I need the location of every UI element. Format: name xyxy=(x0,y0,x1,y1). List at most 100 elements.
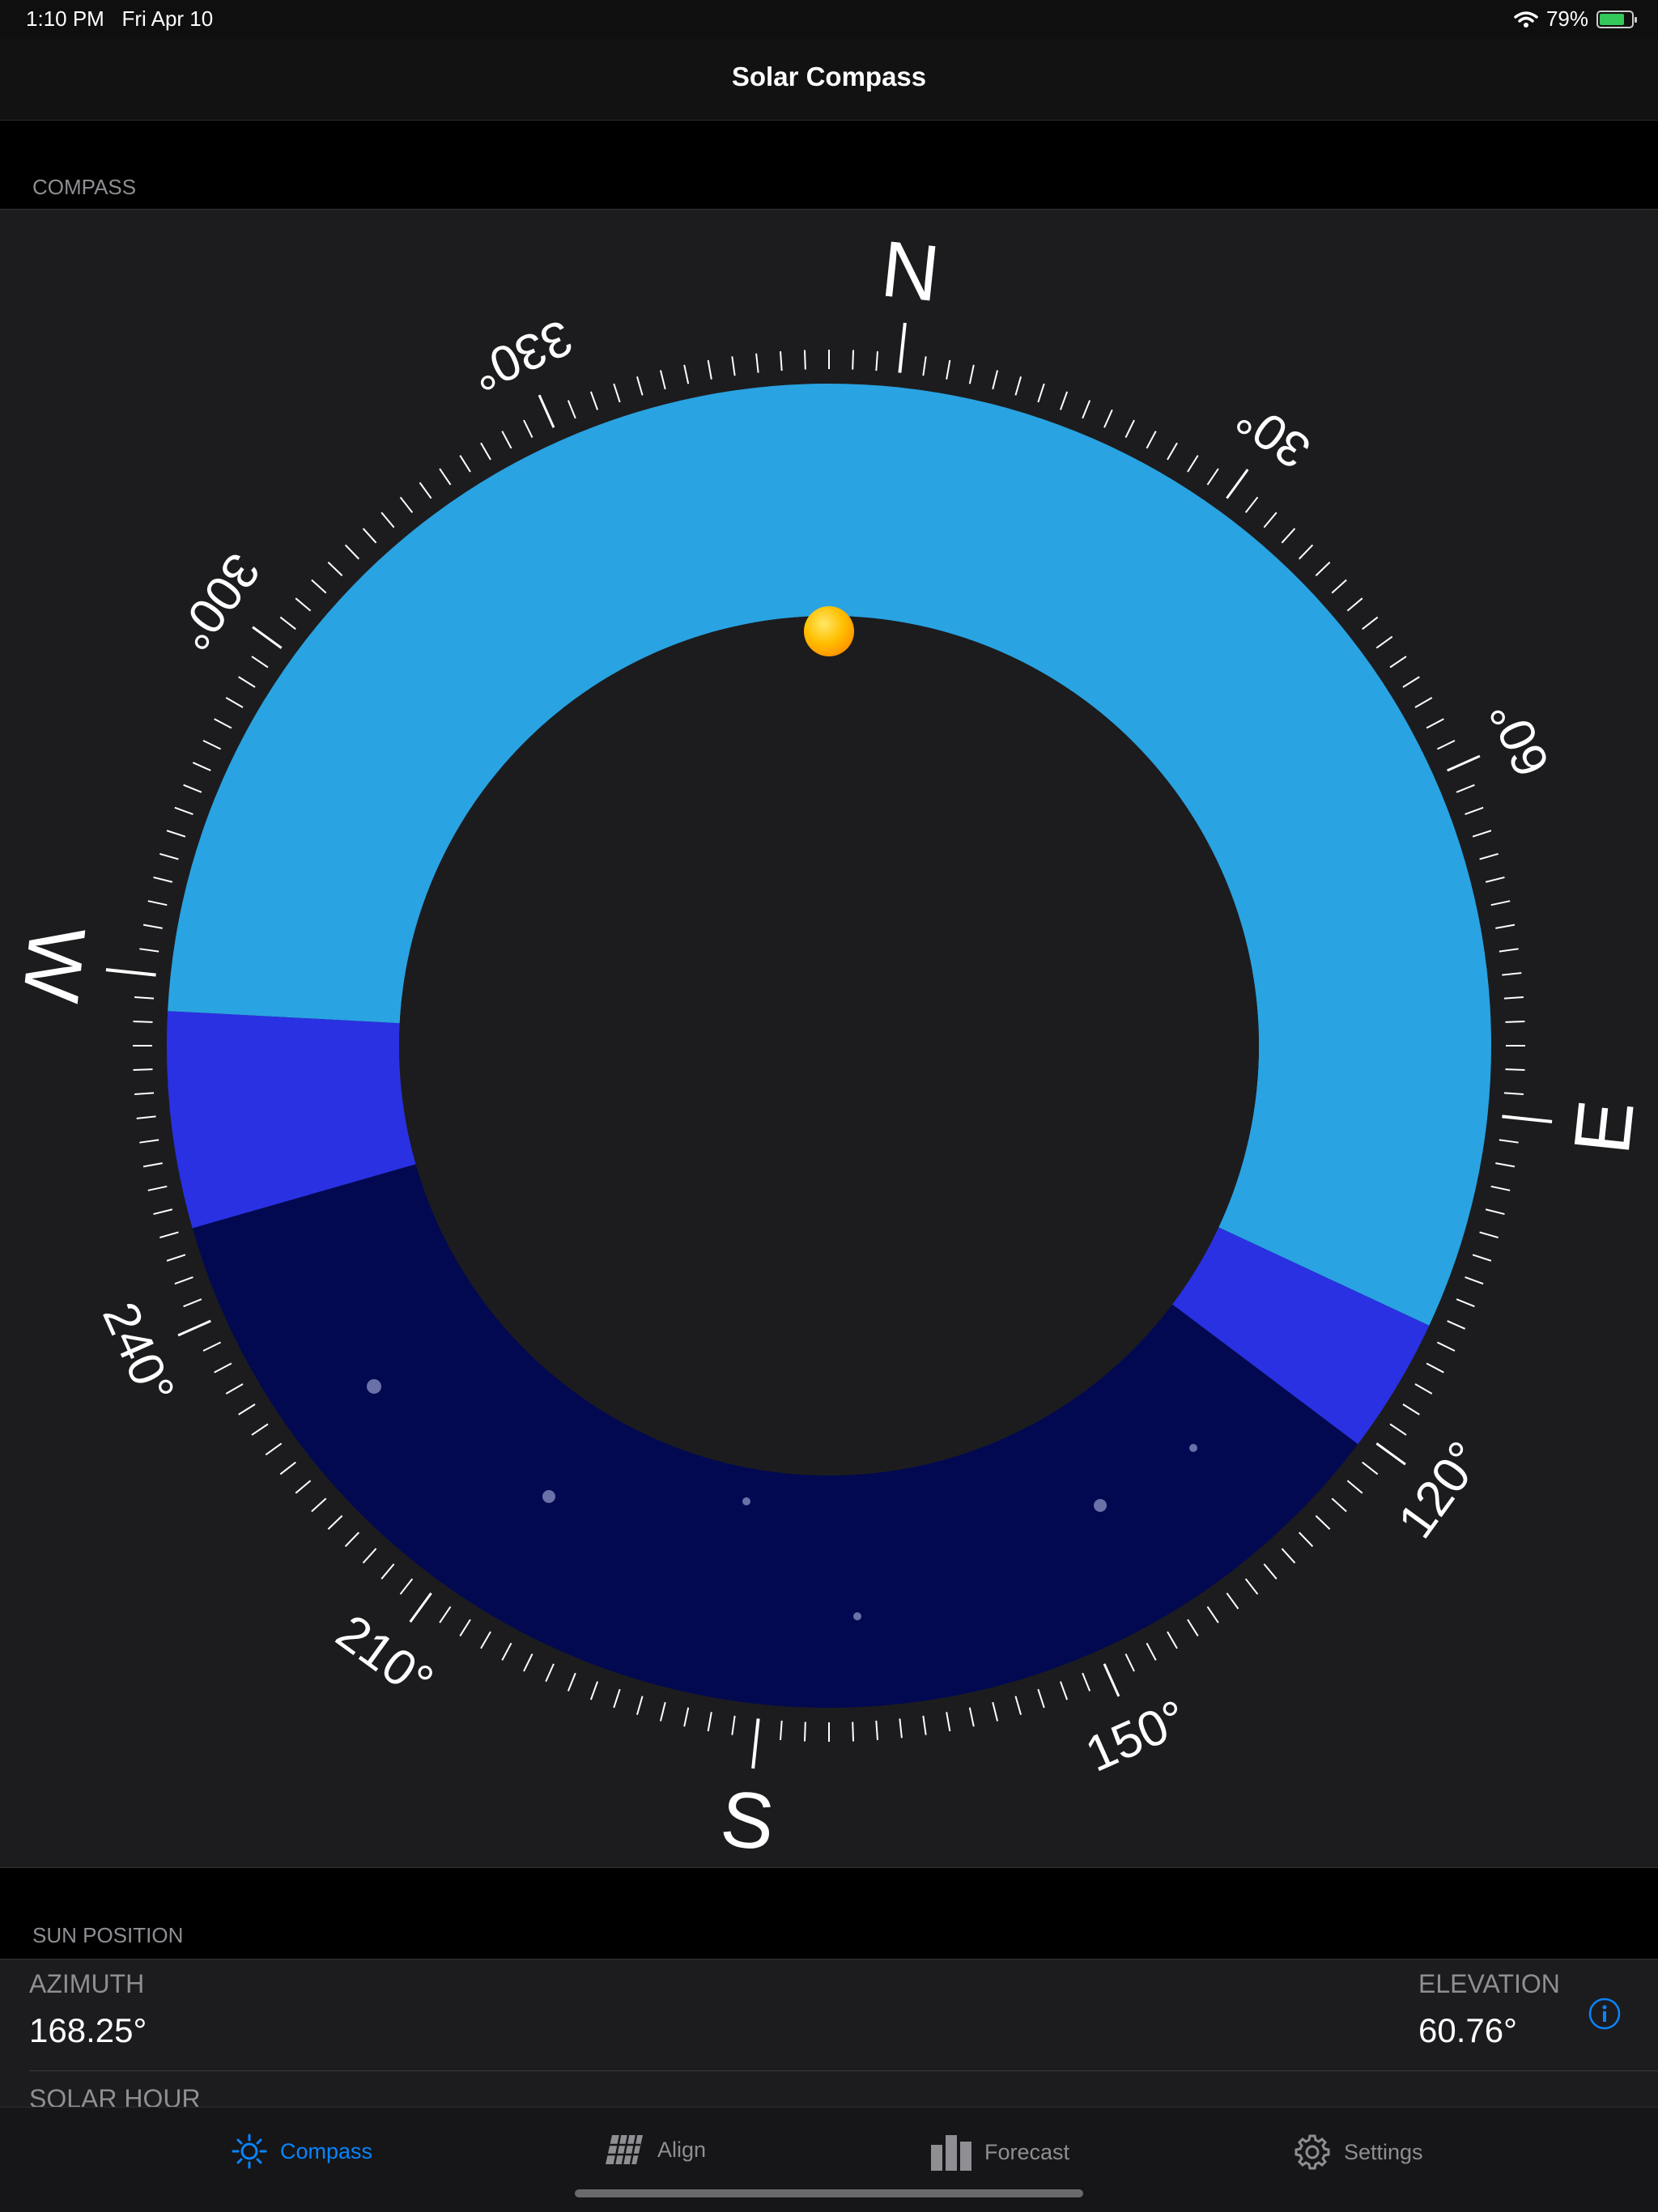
star xyxy=(1094,1499,1107,1512)
compass-tick xyxy=(968,1707,975,1727)
compass-tick xyxy=(147,1185,168,1191)
compass-tick xyxy=(202,740,222,750)
tab-forecast[interactable]: Forecast xyxy=(931,2133,1069,2171)
compass-tick xyxy=(1447,754,1481,772)
compass-tick xyxy=(1389,656,1407,669)
compass-tick xyxy=(1281,528,1296,544)
compass-tick xyxy=(1503,996,1524,1000)
cardinal-label-n: N xyxy=(878,224,944,319)
compass-tick xyxy=(1146,1642,1157,1661)
info-icon[interactable] xyxy=(1588,1998,1621,2030)
compass-tick xyxy=(683,364,690,384)
compass-tick xyxy=(251,1423,269,1436)
compass-dial[interactable]: S E W N 150° 120° 210° 240° 60° 30° 300° 330° xyxy=(0,210,1658,1867)
compass-tick xyxy=(1402,1403,1420,1416)
compass-tick xyxy=(439,1606,452,1624)
compass-tick xyxy=(1436,740,1456,750)
compass-tick xyxy=(852,350,855,370)
compass-tick xyxy=(419,482,432,499)
compass-tick xyxy=(1082,1672,1091,1692)
compass-tick xyxy=(362,528,377,544)
compass-tick xyxy=(327,561,343,576)
compass-tick xyxy=(1206,1606,1219,1624)
degree-label: 30° xyxy=(1226,389,1320,479)
sun-marker[interactable] xyxy=(804,606,854,656)
compass-tick xyxy=(1499,1139,1519,1144)
compass-tick xyxy=(567,400,576,419)
status-clock: 1:10 PM xyxy=(26,6,104,31)
compass-tick xyxy=(1059,1681,1069,1700)
compass-tick xyxy=(1490,900,1511,906)
compass-tick xyxy=(780,1720,783,1740)
compass-tick xyxy=(1479,1231,1499,1239)
compass-tick xyxy=(501,431,512,449)
degree-label: 60° xyxy=(1479,692,1561,784)
compass-tick xyxy=(362,1548,377,1564)
compass-tick xyxy=(399,1578,414,1595)
compass-tick xyxy=(192,762,211,771)
compass-tick xyxy=(968,364,975,384)
compass-tick xyxy=(1187,1619,1199,1637)
compass-tick xyxy=(1472,830,1492,838)
compass-tick xyxy=(202,1341,222,1352)
compass-tick xyxy=(567,1672,576,1692)
degree-label: 300° xyxy=(164,543,270,660)
tab-align-label: Align xyxy=(657,2137,707,2162)
compass-tick xyxy=(755,353,759,373)
compass-tick xyxy=(311,1497,327,1513)
solar-compass-screen: 1:10 PM Fri Apr 10 79% Solar Compass COM… xyxy=(0,0,1658,2212)
compass-tick xyxy=(899,1718,903,1739)
tab-compass-label: Compass xyxy=(280,2138,373,2163)
compass-tick xyxy=(1499,948,1519,953)
compass-tick xyxy=(636,1696,644,1715)
compass-tick xyxy=(803,350,806,370)
compass-panel: S E W N 150° 120° 210° 240° 60° 30° 300° 330° xyxy=(0,209,1658,1868)
tab-settings[interactable]: Settings xyxy=(1294,2133,1423,2171)
compass-tick xyxy=(1124,1653,1135,1672)
azimuth-value: 168.25° xyxy=(29,2011,147,2049)
compass-tick xyxy=(659,370,666,390)
compass-tick xyxy=(946,1712,951,1732)
compass-tick xyxy=(523,419,534,439)
compass-tick xyxy=(439,468,452,486)
tab-compass[interactable]: Compass xyxy=(232,2133,372,2169)
compass-tick xyxy=(875,1720,878,1740)
compass-tick xyxy=(159,852,179,860)
compass-tick xyxy=(1037,383,1045,403)
compass-tick xyxy=(252,626,283,649)
compass-tick xyxy=(1244,496,1259,513)
cardinal-label-e: E xyxy=(1557,1096,1651,1158)
gear-icon xyxy=(1295,2134,1330,2170)
compass-tick xyxy=(153,876,173,883)
compass-tick xyxy=(409,1592,432,1623)
compass-tick xyxy=(659,1701,666,1722)
degree-label: 120° xyxy=(1388,1432,1494,1548)
compass-tick xyxy=(1167,1631,1178,1649)
compass-tick xyxy=(480,1631,491,1649)
compass-tick xyxy=(136,1115,156,1119)
star xyxy=(853,1612,861,1620)
compass-tick xyxy=(1503,1092,1524,1095)
compass-tick xyxy=(1315,561,1331,576)
compass-tick xyxy=(1502,1114,1553,1123)
compass-tick xyxy=(1103,1663,1120,1697)
compass-tick xyxy=(780,351,783,371)
home-indicator[interactable] xyxy=(575,2189,1083,2197)
status-date: Fri Apr 10 xyxy=(121,6,214,31)
compass-tick xyxy=(589,1681,599,1700)
compass-tick xyxy=(238,676,256,688)
sun-position-section-header: SUN POSITION xyxy=(32,1923,184,1947)
compass-tick xyxy=(545,1663,555,1683)
compass-tick xyxy=(147,900,168,906)
compass-tick xyxy=(238,1403,256,1416)
compass-tick xyxy=(1346,1480,1363,1494)
bar-chart-icon xyxy=(931,2135,971,2171)
compass-center xyxy=(399,616,1259,1475)
wifi-icon xyxy=(1514,11,1538,28)
tab-align[interactable]: Align xyxy=(604,2133,706,2166)
compass-tick xyxy=(1346,597,1363,612)
compass-tick xyxy=(1447,1320,1466,1330)
compass-tick xyxy=(1263,1563,1278,1580)
compass-tick xyxy=(852,1722,855,1742)
compass-tick xyxy=(134,1092,155,1095)
